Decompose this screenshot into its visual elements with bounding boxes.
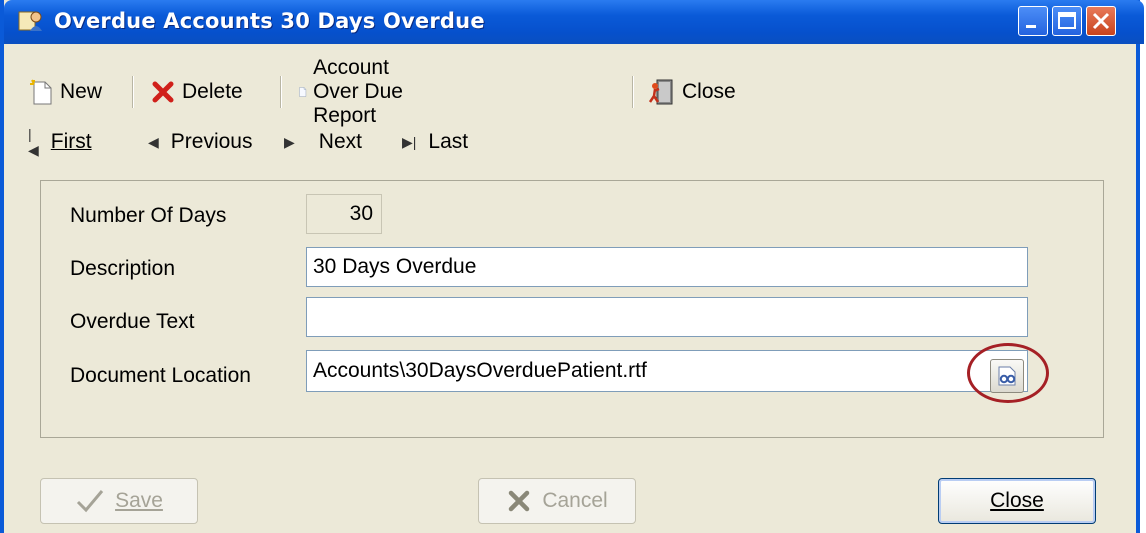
description-label: Description xyxy=(70,257,176,280)
delete-label: Delete xyxy=(182,80,243,103)
minimize-button[interactable] xyxy=(1018,6,1048,36)
save-button[interactable]: Save xyxy=(40,478,198,524)
description-field[interactable]: 30 Days Overdue xyxy=(306,247,1028,287)
exit-door-icon xyxy=(648,79,673,105)
report-document-icon xyxy=(299,87,307,97)
toolbar-separator xyxy=(280,76,282,108)
close-icon xyxy=(1092,12,1110,30)
first-record-icon: |◀ xyxy=(28,125,39,158)
annotation-highlight-circle xyxy=(967,343,1049,403)
number-of-days-label: Number Of Days xyxy=(70,204,227,227)
overdue-text-label: Overdue Text xyxy=(70,310,195,333)
account-overdue-report-button[interactable]: Account Over Due Report xyxy=(298,56,404,127)
number-of-days-field: 30 xyxy=(306,194,382,234)
delete-button[interactable]: Delete xyxy=(150,72,243,112)
last-label: Last xyxy=(428,130,469,153)
toolbar-separator xyxy=(132,76,134,108)
toolbar-close-button[interactable]: Close xyxy=(648,72,736,112)
delete-x-icon xyxy=(152,81,174,103)
previous-record-button[interactable]: ◀ Previous xyxy=(148,122,252,162)
cancel-x-icon xyxy=(509,490,530,512)
new-document-icon xyxy=(30,79,52,105)
toolbar-close-label: Close xyxy=(682,80,736,103)
first-record-button[interactable]: |◀ First xyxy=(28,122,92,162)
next-label: Next xyxy=(318,130,362,153)
close-label: Close xyxy=(990,489,1044,512)
document-location-field[interactable]: Accounts\30DaysOverduePatient.rtf xyxy=(306,350,1028,392)
maximize-button[interactable] xyxy=(1052,6,1082,36)
cancel-label: Cancel xyxy=(542,489,608,512)
last-record-icon: ▶| xyxy=(402,133,417,150)
checkmark-icon xyxy=(77,490,104,513)
last-record-button[interactable]: ▶| Last xyxy=(402,122,468,162)
save-label: Save xyxy=(115,489,163,512)
cancel-button[interactable]: Cancel xyxy=(478,478,636,524)
first-label: First xyxy=(50,130,92,153)
previous-record-icon: ◀ xyxy=(148,133,159,150)
report-label: Account Over Due Report xyxy=(313,56,403,127)
overdue-text-field[interactable] xyxy=(306,297,1028,337)
minimize-icon xyxy=(1026,25,1036,28)
window-close-button[interactable] xyxy=(1086,6,1116,36)
close-button[interactable]: Close xyxy=(938,478,1096,524)
next-record-icon: ▶ xyxy=(284,133,295,150)
title-bar[interactable]: Overdue Accounts 30 Days Overdue xyxy=(4,0,1144,44)
document-location-label: Document Location xyxy=(70,364,251,387)
window-title: Overdue Accounts 30 Days Overdue xyxy=(54,9,485,33)
new-label: New xyxy=(60,80,103,103)
maximize-icon xyxy=(1058,12,1076,29)
new-button[interactable]: New xyxy=(28,72,102,112)
app-icon xyxy=(18,11,42,31)
overdue-accounts-window: Overdue Accounts 30 Days Overdue New Del… xyxy=(0,0,1144,533)
next-record-button[interactable]: ▶ Next xyxy=(284,122,362,162)
previous-label: Previous xyxy=(170,130,253,153)
toolbar-separator xyxy=(632,76,634,108)
